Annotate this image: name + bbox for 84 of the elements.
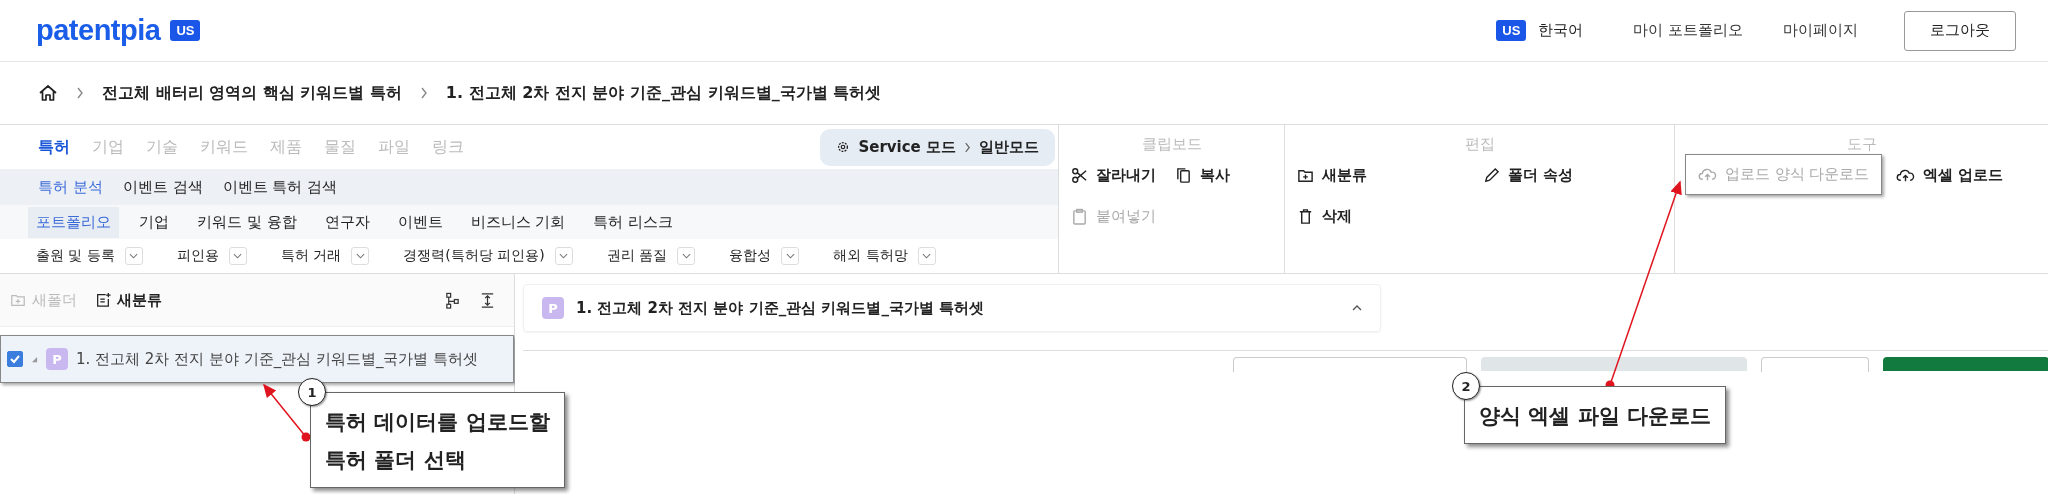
main-tab[interactable]: 특허 (38, 136, 70, 158)
collapse-icon[interactable] (1352, 305, 1362, 311)
breadcrumb-link[interactable]: 전고체 배터리 영역의 핵심 키워드별 특허 (102, 82, 402, 104)
folder-label: 1. 전고체 2차 전지 분야 기준_관심 키워드별_국가별 특허셋 (76, 349, 479, 369)
mode-label: 일반모드 (979, 137, 1039, 157)
logo[interactable]: patentpia (36, 14, 161, 47)
portfolio-tab[interactable]: 포트폴리오 (28, 206, 119, 238)
toolbar-button[interactable]: 새분류 (95, 290, 162, 310)
sub-tab[interactable]: 이벤트 검색 (122, 177, 203, 197)
section-title: 도구 (1845, 134, 1878, 155)
filter-label: 해외 특허망 (833, 247, 908, 265)
cloud-upload-icon (1698, 167, 1717, 182)
portfolio-tab[interactable]: 키워드 및 융합 (189, 206, 305, 238)
trash-icon (1297, 208, 1314, 225)
chevron-down-icon (233, 253, 243, 259)
tool-button[interactable]: 삭제 (1295, 201, 1354, 232)
callout-text: 특허 데이터를 업로드할 (325, 409, 550, 436)
expand-icon[interactable] (479, 291, 496, 309)
mode-label: Service 모드 (858, 137, 956, 157)
section-title: 클립보드 (1140, 134, 1203, 155)
checkbox[interactable] (7, 351, 23, 367)
home-icon[interactable] (38, 83, 58, 103)
section-title: 편집 (1463, 134, 1496, 155)
chevron-icon (419, 87, 428, 99)
chevron-down-icon (922, 253, 932, 259)
filter-label: 권리 품질 (606, 247, 668, 265)
tool-button[interactable]: 폴더 속성 (1480, 160, 1575, 191)
breadcrumb-link[interactable]: 1. 전고체 2차 전지 분야 기준_관심 키워드별_국가별 특허셋 (445, 82, 882, 104)
tool-button[interactable]: 잘라내기 (1069, 160, 1158, 191)
dropdown-button[interactable] (228, 247, 247, 265)
chevron-down-icon (681, 253, 691, 259)
triangle-icon (31, 355, 38, 363)
cloud-upload-icon (1896, 168, 1916, 183)
sub-tab[interactable]: 이벤트 특허 검색 (222, 177, 338, 197)
filter-label: 경쟁력(특허당 피인용) (403, 247, 545, 265)
folder-plus-icon (10, 292, 26, 308)
action-button[interactable] (1761, 357, 1869, 372)
portfolio-tab[interactable]: 비즈니스 기회 (462, 206, 574, 238)
clipboard-icon (1071, 208, 1088, 225)
header-link[interactable]: 마이페이지 (1783, 21, 1858, 40)
tree-item[interactable]: P 1. 전고체 2차 전지 분야 기준_관심 키워드별_국가별 특허셋 (0, 335, 514, 383)
type-badge: P (46, 348, 68, 370)
chevron-down-icon (785, 253, 795, 259)
dropdown-button[interactable] (677, 247, 696, 265)
pencil-icon (1482, 167, 1500, 184)
region-badge: US (170, 20, 201, 41)
portfolio-tab[interactable]: 특허 리스크 (585, 206, 682, 238)
folder-plus-icon (1297, 167, 1314, 184)
tool-button[interactable]: 엑셀 업로드 (1894, 160, 2006, 191)
dropdown-button[interactable] (781, 247, 800, 265)
action-button[interactable] (1233, 357, 1467, 372)
dropdown-button[interactable] (351, 247, 370, 265)
filter-label: 출원 및 등록 (36, 247, 115, 265)
chevron-down-icon (355, 253, 365, 259)
filter-label: 특허 거래 (280, 247, 342, 265)
dropdown-button[interactable] (124, 247, 143, 265)
dropdown-button[interactable] (554, 247, 573, 265)
chevron-icon (964, 141, 971, 153)
chevron-down-icon (559, 253, 569, 259)
language-link[interactable]: 한국어 (1538, 21, 1584, 40)
logout-button[interactable]: 로그아웃 (1904, 10, 2016, 51)
callout-text: 특허 폴더 선택 (325, 447, 467, 474)
language-badge: US (1496, 20, 1527, 41)
filter-label: 융합성 (729, 247, 772, 265)
scissors-icon (1071, 167, 1088, 184)
chevron-icon (76, 87, 84, 99)
filter-label: 피인용 (176, 247, 219, 265)
dropdown-button[interactable] (917, 247, 936, 265)
portfolio-tab[interactable]: 기업 (131, 206, 177, 238)
arrow (263, 383, 311, 442)
chevron-down-icon (129, 253, 139, 259)
set-title: 1. 전고체 2차 전지 분야 기준_관심 키워드별_국가별 특허셋 (576, 298, 985, 318)
tool-button[interactable]: 새분류 (1295, 160, 1369, 191)
settings-icon (836, 140, 851, 154)
callout-text: 양식 엑셀 파일 다운로드 (1479, 403, 1711, 430)
hierarchy-icon[interactable] (444, 291, 461, 309)
portfolio-tab[interactable]: 이벤트 (389, 206, 451, 238)
tool-button[interactable]: 복사 (1172, 160, 1232, 191)
sub-tab[interactable]: 특허 분석 (38, 177, 103, 197)
portfolio-tab[interactable]: 연구자 (316, 206, 378, 238)
header-link[interactable]: 마이 포트폴리오 (1633, 21, 1743, 40)
type-badge: P (542, 297, 564, 319)
note-plus-icon (95, 292, 111, 308)
copy-icon (1174, 167, 1192, 184)
